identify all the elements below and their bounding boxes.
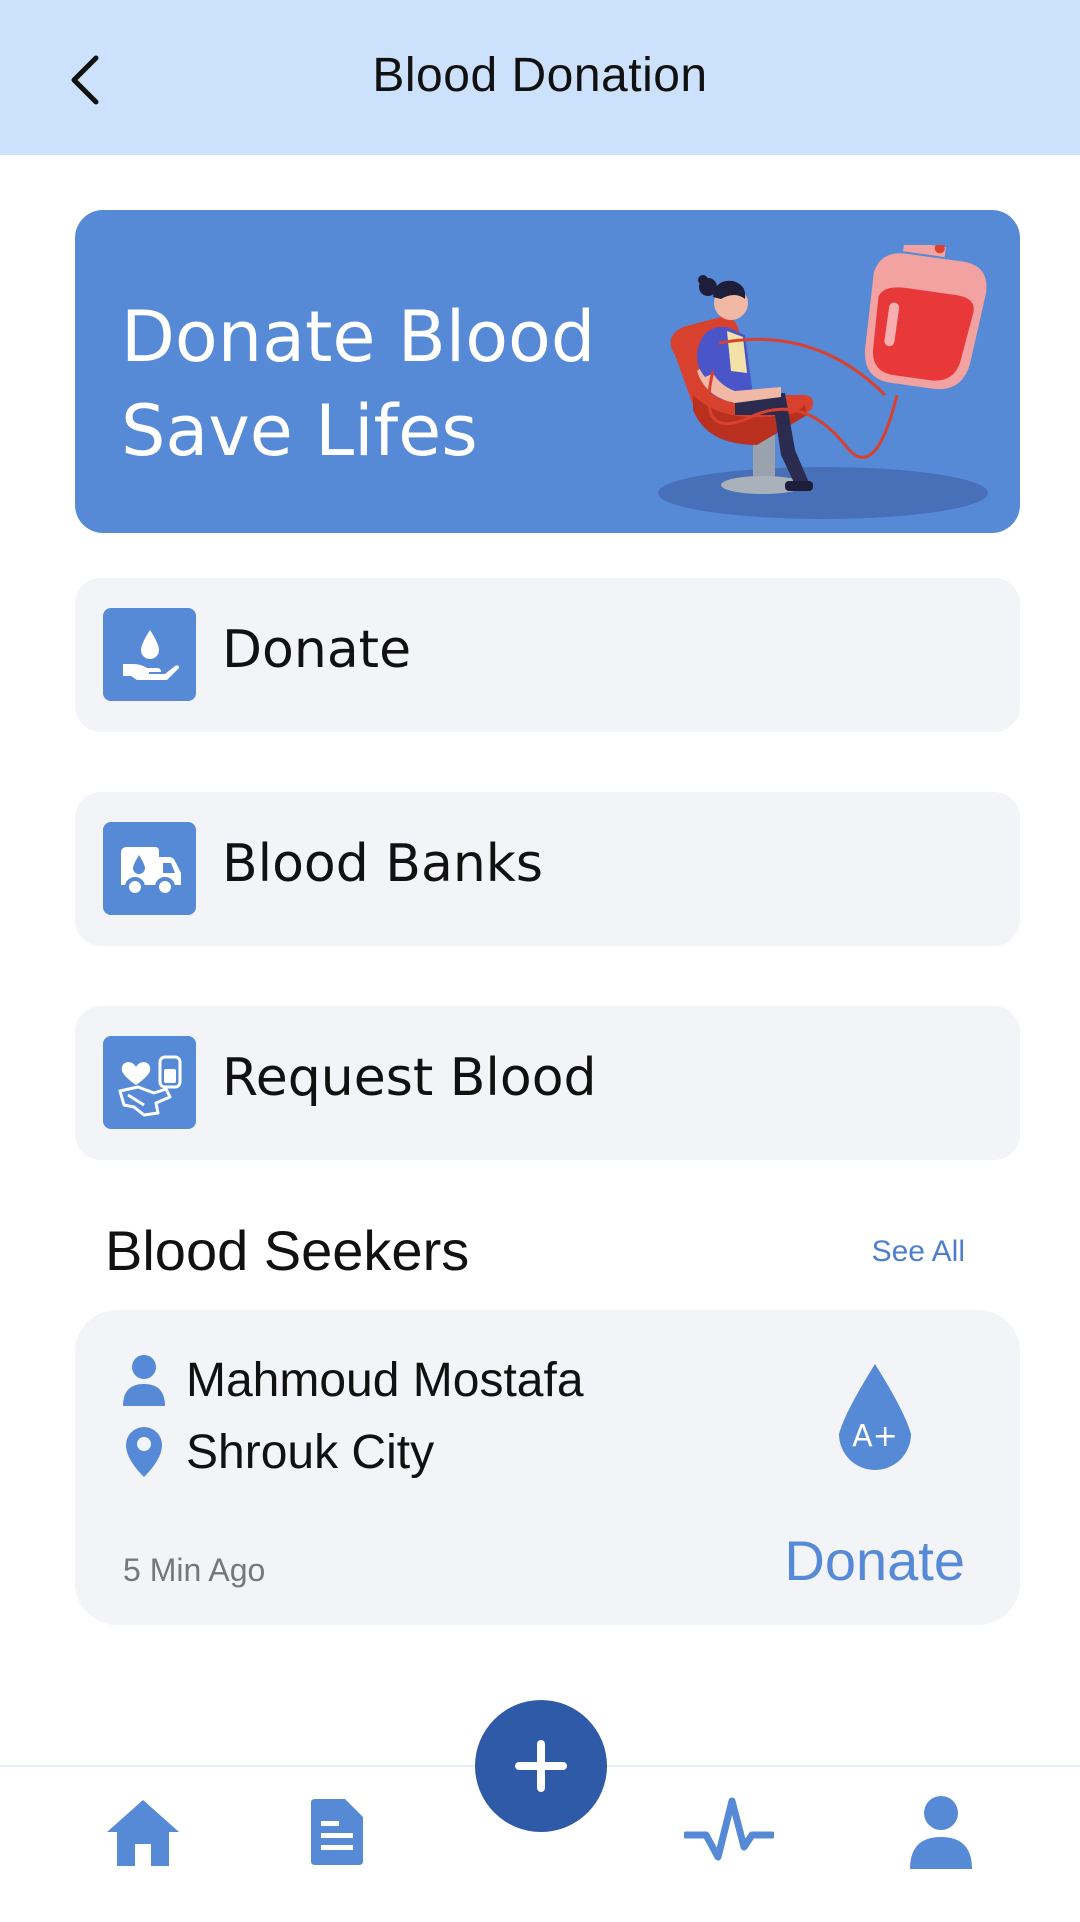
hand-drop-icon [103, 608, 196, 701]
seeker-name-row: Mahmoud Mostafa [120, 1352, 584, 1408]
app-header: Blood Donation [0, 0, 1080, 155]
nav-documents[interactable] [292, 1787, 382, 1877]
seeker-name: Mahmoud Mostafa [186, 1353, 584, 1407]
home-icon [107, 1800, 179, 1866]
banner-line-2: Save Lifes [121, 390, 478, 472]
person-icon [120, 1352, 168, 1408]
banner-line-1: Donate Blood [121, 296, 596, 378]
hero-banner: Donate Blood Save Lifes [75, 210, 1020, 533]
see-all-link[interactable]: See All [872, 1235, 965, 1269]
page-title: Blood Donation [372, 49, 708, 102]
profile-icon [910, 1796, 972, 1869]
add-icon [515, 1740, 567, 1792]
donate-button[interactable]: Donate [784, 1528, 965, 1593]
section-title-blood-seekers: Blood Seekers [105, 1219, 470, 1282]
location-pin-icon [120, 1424, 168, 1480]
nav-activity[interactable] [684, 1787, 774, 1877]
seeker-card[interactable]: Mahmoud Mostafa Shrouk City 5 Min Ago A+… [75, 1310, 1020, 1625]
blood-donor-illustration [658, 245, 988, 519]
banner-text: Donate Blood Save Lifes [121, 290, 595, 478]
nav-profile[interactable] [896, 1787, 986, 1877]
activity-icon [684, 1797, 774, 1861]
blood-drop-icon: A+ [839, 1364, 911, 1470]
add-button[interactable] [475, 1700, 607, 1832]
menu-item-label: Request Blood [222, 1048, 597, 1108]
menu-item-label: Blood Banks [222, 834, 543, 894]
menu-item-blood-banks[interactable]: Blood Banks [75, 792, 1020, 946]
menu-item-donate[interactable]: Donate [75, 578, 1020, 732]
menu-item-request-blood[interactable]: Request Blood [75, 1006, 1020, 1160]
seeker-location: Shrouk City [186, 1425, 435, 1479]
document-icon [311, 1799, 363, 1865]
ambulance-icon [103, 822, 196, 915]
request-blood-icon [103, 1036, 196, 1129]
nav-home[interactable] [98, 1787, 188, 1877]
seeker-location-row: Shrouk City [120, 1424, 434, 1480]
blood-type-label: A+ [852, 1419, 898, 1454]
menu-item-label: Donate [222, 620, 412, 680]
posted-time: 5 Min Ago [123, 1552, 266, 1588]
